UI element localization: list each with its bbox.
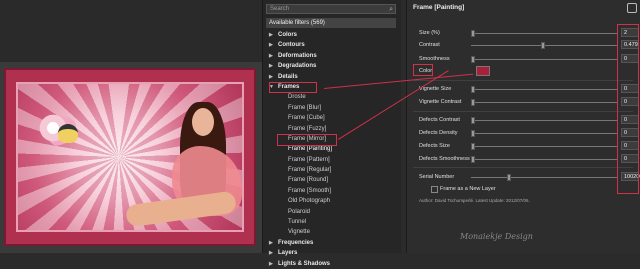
smoothness-label: Smoothness [419, 56, 450, 62]
expand-arrow-icon[interactable]: ▶ [269, 61, 273, 71]
filter-item[interactable]: Frame [Pattern] [266, 155, 396, 165]
vignette-size-slider[interactable] [471, 86, 617, 93]
category-frequencies[interactable]: ▶ Frequencies [266, 238, 396, 248]
vignette-contrast-slider[interactable] [471, 99, 617, 106]
slider-handle[interactable] [507, 174, 511, 181]
color-swatch[interactable] [476, 66, 490, 76]
available-filters-header: Available filters (569) [266, 18, 396, 28]
artwork-inner [16, 82, 244, 232]
filter-item[interactable]: Vignette [266, 227, 396, 237]
expand-arrow-icon[interactable]: ▶ [269, 51, 273, 61]
defects-size-slider[interactable] [471, 143, 617, 150]
filter-item[interactable]: Polaroid [266, 207, 396, 217]
preview-toggle-icon[interactable] [627, 3, 637, 13]
expand-arrow-icon[interactable]: ▶ [269, 248, 273, 258]
category-details[interactable]: ▶ Details [266, 72, 396, 82]
serial-number-slider[interactable] [471, 174, 617, 181]
category-colors[interactable]: ▶ Colors [266, 30, 396, 40]
defects-density-row: Defects Density 0 [413, 128, 639, 138]
new-layer-checkbox[interactable] [431, 186, 438, 193]
filter-item[interactable]: Tunnel [266, 217, 396, 227]
defects-smoothness-slider[interactable] [471, 156, 617, 163]
search-placeholder: Search [270, 6, 290, 12]
search-icon[interactable]: ⌕ [389, 5, 393, 14]
filter-item[interactable]: Frame [Blur] [266, 103, 396, 113]
painting-highlight [277, 134, 337, 146]
defects-size-label: Defects Size [419, 143, 450, 149]
search-input[interactable]: Search ⌕ [266, 4, 396, 14]
vignette-contrast-row: Vignette Contrast 0 [413, 97, 639, 107]
slider-handle[interactable] [541, 42, 545, 49]
values-highlight [617, 24, 639, 194]
size-slider-row: Size (%) 2 [413, 28, 639, 38]
smoothness-slider[interactable] [471, 56, 617, 63]
defects-contrast-slider[interactable] [471, 117, 617, 124]
defects-contrast-label: Defects Contrast [419, 117, 460, 123]
color-highlight [413, 64, 433, 76]
expand-arrow-icon[interactable]: ▶ [269, 72, 273, 82]
divider [413, 80, 633, 81]
slider-handle[interactable] [471, 99, 475, 106]
size-label: Size (%) [419, 30, 440, 36]
slider-handle[interactable] [471, 117, 475, 124]
filter-item[interactable]: Frame [Fuzzy] [266, 124, 396, 134]
slider-handle[interactable] [471, 156, 475, 163]
defects-density-slider[interactable] [471, 130, 617, 137]
category-layers[interactable]: ▶ Layers [266, 248, 396, 258]
smoothness-slider-row: Smoothness 0 [413, 54, 639, 64]
filter-title: Frame [Painting] [413, 4, 465, 11]
defects-size-row: Defects Size 0 [413, 141, 639, 151]
serial-number-row: Serial Number 100200 [413, 172, 640, 182]
figure-face [192, 108, 214, 136]
vignette-size-label: Vignette Size [419, 86, 452, 92]
design-signature: Monaiekje Design [460, 232, 533, 241]
filter-item[interactable]: Frame [Round] [266, 175, 396, 185]
defects-density-label: Defects Density [419, 130, 458, 136]
vignette-size-row: Vignette Size 0 [413, 84, 639, 94]
slider-handle[interactable] [471, 130, 475, 137]
slider-handle[interactable] [471, 143, 475, 150]
divider [413, 111, 633, 112]
size-slider[interactable] [471, 30, 617, 37]
bird-decoration [58, 124, 78, 143]
woman-figure [125, 102, 244, 240]
author-info: Author: David Tschumperlé. Latest Update… [419, 198, 530, 203]
slider-handle[interactable] [471, 86, 475, 93]
defects-contrast-row: Defects Contrast 0 [413, 115, 639, 125]
expand-arrow-icon[interactable]: ▶ [269, 40, 273, 50]
expand-arrow-icon[interactable]: ▶ [269, 259, 273, 269]
contrast-slider[interactable] [471, 42, 617, 49]
slider-handle[interactable] [471, 30, 475, 37]
framed-artwork [4, 68, 256, 246]
canvas-background [0, 0, 262, 62]
filter-tree: ▶ Colors ▶ Contours ▶ Deformations ▶ Degrada… [266, 30, 396, 269]
filter-item[interactable]: Old Photograph [266, 196, 396, 206]
slider-handle[interactable] [471, 56, 475, 63]
new-layer-row: Frame as a New Layer [413, 184, 639, 194]
filter-parameters: Frame [Painting] Size (%) 2 Contrast 0.4… [406, 0, 640, 253]
category-contours[interactable]: ▶ Contours [266, 40, 396, 50]
filter-item[interactable]: Droste [266, 92, 396, 102]
serial-number-label: Serial Number [419, 174, 455, 180]
filter-item[interactable]: Frame [Regular] [266, 165, 396, 175]
contrast-slider-row: Contrast 0.479 [413, 40, 639, 50]
divider [413, 167, 633, 168]
frames-highlight [269, 82, 317, 93]
filter-browser: Search ⌕ Available filters (569) ▶ Colors… [262, 0, 401, 267]
preview-canvas [0, 0, 262, 253]
category-deformations[interactable]: ▶ Deformations [266, 51, 396, 61]
expand-arrow-icon[interactable]: ▶ [269, 30, 273, 40]
expand-arrow-icon[interactable]: ▶ [269, 238, 273, 248]
filter-item[interactable]: Frame [Smooth] [266, 186, 396, 196]
category-degradations[interactable]: ▶ Degradations [266, 61, 396, 71]
category-lights-shadows[interactable]: ▶ Lights & Shadows [266, 259, 396, 269]
new-layer-label: Frame as a New Layer [440, 186, 496, 192]
defects-smoothness-row: Defects Smoothness 0 [413, 154, 639, 164]
defects-smoothness-label: Defects Smoothness [419, 156, 470, 162]
vignette-contrast-label: Vignette Contrast [419, 99, 462, 105]
contrast-label: Contrast [419, 42, 440, 48]
